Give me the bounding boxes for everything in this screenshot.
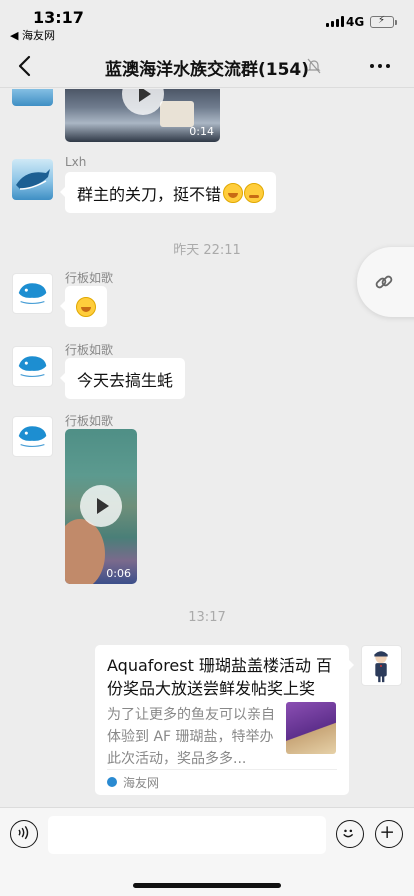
sender-name: 行板如歌 xyxy=(65,271,114,285)
video-duration: 0:06 xyxy=(106,567,131,580)
card-title: Aquaforest 珊瑚盐盖楼活动 百份奖品大放送尝鲜发帖奖上奖 xyxy=(107,656,333,698)
link-icon xyxy=(375,275,393,289)
signal-icon xyxy=(326,16,344,27)
back-to-app-link[interactable]: ◀ 海友网 xyxy=(10,27,55,43)
message-text: 今天去搞生蚝 xyxy=(77,370,174,390)
avatar[interactable] xyxy=(12,273,53,314)
avatar[interactable] xyxy=(12,416,53,457)
card-divider xyxy=(107,769,337,770)
source-icon xyxy=(107,777,117,787)
message-bubble[interactable]: 群主的关刀，挺不错 xyxy=(59,172,277,213)
video-duration: 0:14 xyxy=(189,125,214,138)
home-indicator[interactable] xyxy=(133,883,281,888)
status-bar: 13:17 ◀ 海友网 4G ⚡ xyxy=(0,0,414,44)
message-text: 群主的关刀，挺不错 xyxy=(77,184,222,204)
chat-header: 蓝澳海洋水族交流群(154) xyxy=(0,44,414,88)
grimace-emoji xyxy=(76,296,96,317)
network-type: 4G xyxy=(346,15,365,29)
dizzy-emoji xyxy=(244,182,265,203)
plus-icon[interactable] xyxy=(375,820,403,848)
card-source: 海友网 xyxy=(123,776,160,790)
sender-name: 行板如歌 xyxy=(65,414,114,428)
sender-name: 行板如歌 xyxy=(65,343,114,357)
avatar[interactable] xyxy=(12,89,53,106)
smile-icon[interactable] xyxy=(336,820,364,848)
play-icon[interactable] xyxy=(80,485,122,527)
video-message[interactable]: 0:06 xyxy=(65,429,137,584)
grimace-emoji xyxy=(223,182,244,203)
more-dots-icon[interactable] xyxy=(370,64,390,68)
timestamp: 昨天 22:11 xyxy=(173,243,241,258)
avatar[interactable] xyxy=(12,346,53,387)
status-time: 13:17 xyxy=(33,8,84,27)
card-description: 为了让更多的鱼友可以亲自体验到 AF 珊瑚盐，特举办此次活动，奖品多多... xyxy=(107,707,275,767)
input-bar xyxy=(0,807,414,896)
message-list[interactable]: 0:14 Lxh 群主的关刀，挺不错 昨天 22:11 行板如歌 行板如歌 今天… xyxy=(0,89,414,807)
message-bubble[interactable] xyxy=(60,286,107,327)
bell-off-icon xyxy=(307,58,321,74)
avatar[interactable] xyxy=(361,645,402,686)
card-thumbnail xyxy=(286,702,336,754)
battery-icon: ⚡ xyxy=(370,15,397,28)
timestamp: 13:17 xyxy=(188,610,226,625)
message-input[interactable] xyxy=(48,816,326,854)
play-icon[interactable] xyxy=(122,89,164,115)
chat-title: 蓝澳海洋水族交流群(154) xyxy=(104,60,310,80)
sender-name: Lxh xyxy=(65,155,87,169)
video-message[interactable]: 0:14 xyxy=(65,89,220,142)
voice-icon[interactable] xyxy=(10,820,38,848)
avatar[interactable] xyxy=(12,159,53,200)
shared-link-card[interactable]: Aquaforest 珊瑚盐盖楼活动 百份奖品大放送尝鲜发帖奖上奖 为了让更多的… xyxy=(95,645,354,795)
message-bubble[interactable]: 今天去搞生蚝 xyxy=(59,358,186,399)
